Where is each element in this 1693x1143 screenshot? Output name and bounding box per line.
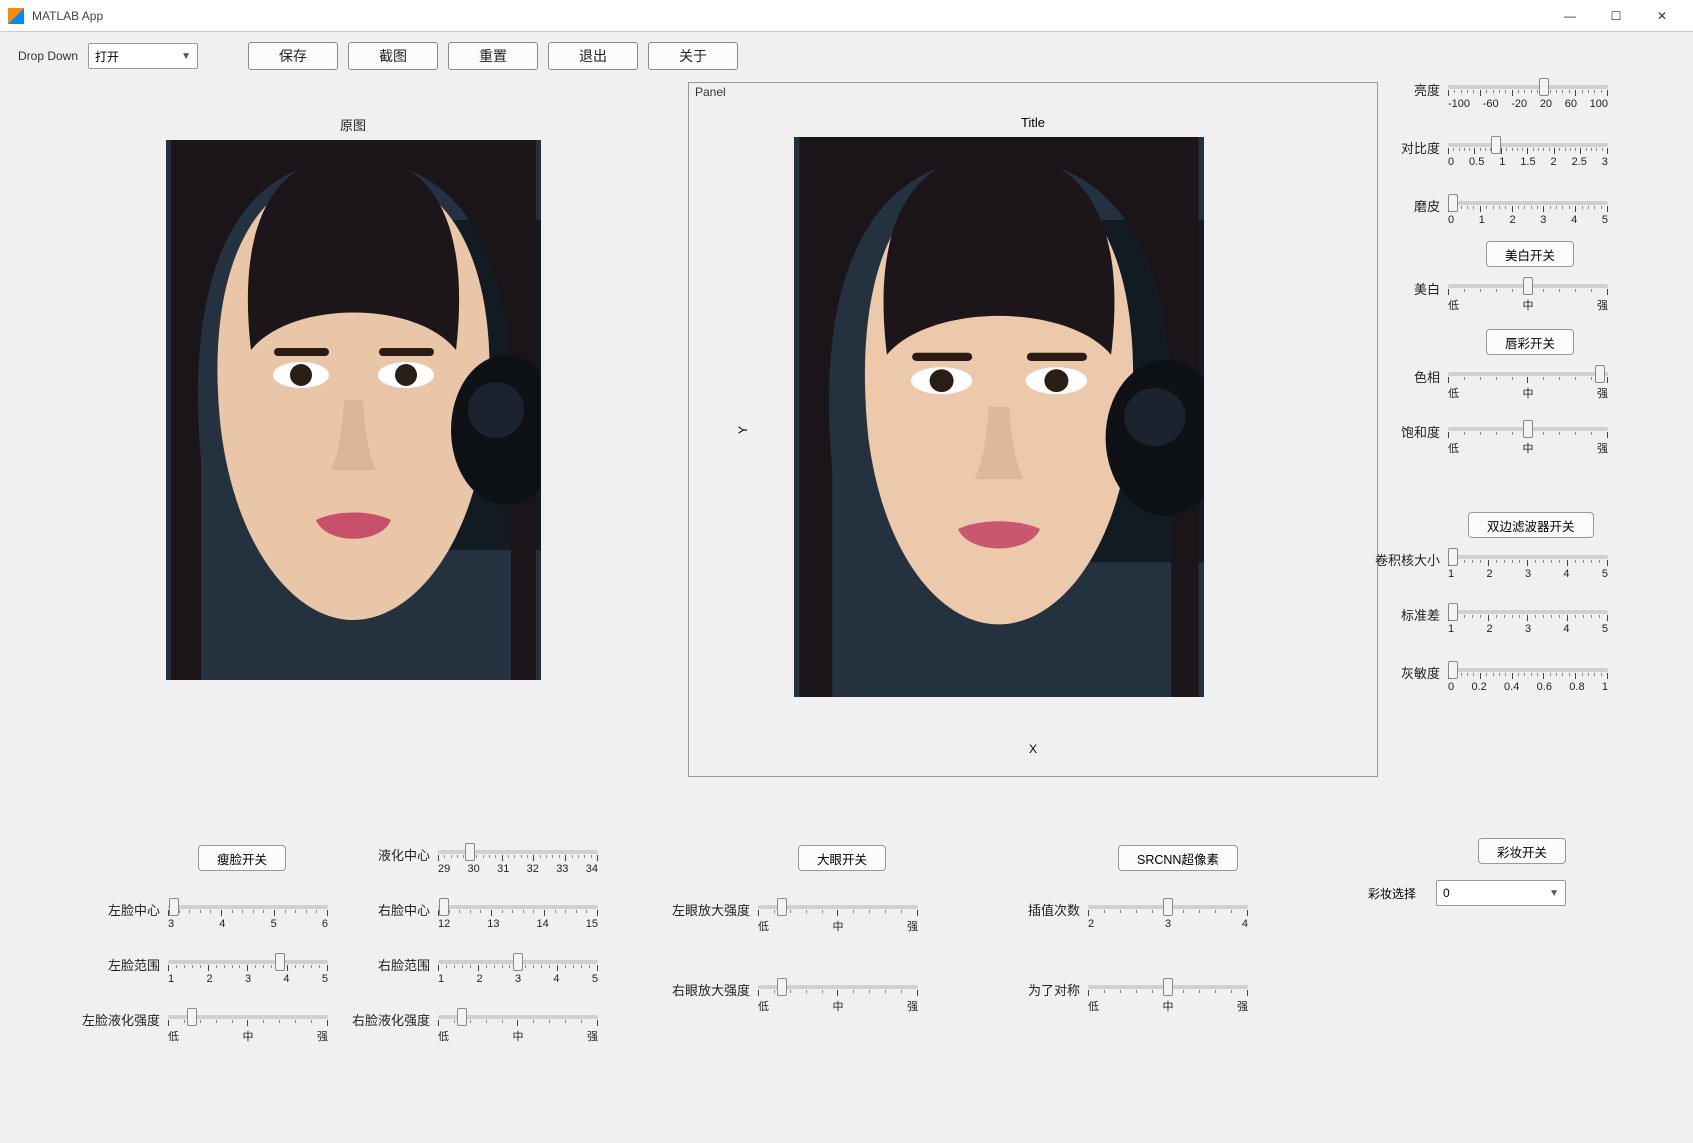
exit-button[interactable]: 退出 bbox=[548, 42, 638, 70]
right-eye-strength-label: 右眼放大强度 bbox=[660, 980, 758, 999]
gray-sensitivity-label: 灰敏度 bbox=[1378, 663, 1448, 682]
open-dropdown-value: 打开 bbox=[95, 48, 119, 65]
left-face-center-row: 左脸中心3456 bbox=[98, 900, 328, 934]
left-face-range-slider[interactable]: 12345 bbox=[168, 955, 328, 989]
contrast-label: 对比度 bbox=[1378, 138, 1448, 157]
client-area: Drop Down 打开 ▼ 保存 截图 重置 退出 关于 原图 bbox=[0, 32, 1693, 1143]
symmetry-row: 为了对称低中强 bbox=[1018, 980, 1248, 1014]
right-face-center-row: 右脸中心12131415 bbox=[368, 900, 598, 934]
titlebar: MATLAB App — ☐ ✕ bbox=[0, 0, 1693, 32]
right-eye-strength-row: 右眼放大强度低中强 bbox=[660, 980, 918, 1014]
saturation-row: 饱和度低中强 bbox=[1378, 422, 1608, 456]
open-dropdown[interactable]: 打开 ▼ bbox=[88, 43, 198, 69]
left-face-center-slider[interactable]: 3456 bbox=[168, 900, 328, 934]
whiten-label: 美白 bbox=[1378, 279, 1448, 298]
bilateral-toggle-button[interactable]: 双边滤波器开关 bbox=[1468, 512, 1594, 538]
window-maximize-button[interactable]: ☐ bbox=[1593, 0, 1639, 32]
smooth-label: 磨皮 bbox=[1378, 196, 1448, 215]
interpolation-count-row: 插值次数234 bbox=[1018, 900, 1248, 934]
interpolation-count-slider[interactable]: 234 bbox=[1088, 900, 1248, 934]
liquify-center-slider[interactable]: 293031323334 bbox=[438, 845, 598, 879]
about-button[interactable]: 关于 bbox=[648, 42, 738, 70]
stddev-slider[interactable]: 12345 bbox=[1448, 605, 1608, 639]
kernel-label: 卷积核大小 bbox=[1360, 550, 1448, 569]
right-face-range-row: 右脸范围12345 bbox=[368, 955, 598, 989]
original-image bbox=[166, 140, 541, 680]
hue-label: 色相 bbox=[1378, 367, 1448, 386]
right-liquify-strength-row: 右脸液化强度低中强 bbox=[346, 1010, 598, 1044]
whiten-slider[interactable]: 低中强 bbox=[1448, 279, 1608, 313]
brightness-label: 亮度 bbox=[1378, 80, 1448, 99]
gray-sensitivity-row: 灰敏度00.20.40.60.81 bbox=[1378, 663, 1608, 697]
kernel-row: 卷积核大小12345 bbox=[1360, 550, 1608, 584]
liquify-center-label: 液化中心 bbox=[368, 845, 438, 864]
result-panel: Panel Title Y X bbox=[688, 82, 1378, 777]
original-image-area: 原图 bbox=[138, 115, 568, 680]
screenshot-button[interactable]: 截图 bbox=[348, 42, 438, 70]
axes-x-label: X bbox=[689, 742, 1377, 756]
right-face-range-slider[interactable]: 12345 bbox=[438, 955, 598, 989]
original-image-title: 原图 bbox=[138, 115, 568, 134]
whiten-row: 美白低中强 bbox=[1378, 279, 1608, 313]
result-image bbox=[794, 137, 1204, 697]
app-window: MATLAB App — ☐ ✕ Drop Down 打开 ▼ 保存 截图 重置… bbox=[0, 0, 1693, 1143]
makeup-select-row: 彩妆选择0▼ bbox=[1368, 880, 1566, 906]
makeup-select-label: 彩妆选择 bbox=[1368, 885, 1416, 902]
right-eye-strength-slider[interactable]: 低中强 bbox=[758, 980, 918, 1014]
makeup-toggle-button[interactable]: 彩妆开关 bbox=[1478, 838, 1566, 864]
srcnn-toggle-button[interactable]: SRCNN超像素 bbox=[1118, 845, 1238, 871]
left-eye-strength-label: 左眼放大强度 bbox=[660, 900, 758, 919]
right-face-center-label: 右脸中心 bbox=[368, 900, 438, 919]
reset-button[interactable]: 重置 bbox=[448, 42, 538, 70]
right-liquify-strength-slider[interactable]: 低中强 bbox=[438, 1010, 598, 1044]
stddev-row: 标准差12345 bbox=[1378, 605, 1608, 639]
hue-slider[interactable]: 低中强 bbox=[1448, 367, 1608, 401]
toolbar: Drop Down 打开 ▼ 保存 截图 重置 退出 关于 bbox=[18, 42, 1681, 70]
left-face-range-row: 左脸范围12345 bbox=[98, 955, 328, 989]
window-title: MATLAB App bbox=[32, 9, 103, 23]
right-face-range-label: 右脸范围 bbox=[368, 955, 438, 974]
symmetry-slider[interactable]: 低中强 bbox=[1088, 980, 1248, 1014]
dropdown-label: Drop Down bbox=[18, 49, 78, 63]
makeup-select-dropdown[interactable]: 0▼ bbox=[1436, 880, 1566, 906]
left-liquify-strength-label: 左脸液化强度 bbox=[76, 1010, 168, 1029]
chevron-down-icon: ▼ bbox=[181, 51, 191, 62]
right-liquify-strength-label: 右脸液化强度 bbox=[346, 1010, 438, 1029]
brightness-row: 亮度-100-60-202060100 bbox=[1378, 80, 1608, 114]
save-button[interactable]: 保存 bbox=[248, 42, 338, 70]
contrast-row: 对比度00.511.522.53 bbox=[1378, 138, 1608, 172]
axes-title: Title bbox=[689, 115, 1377, 130]
window-close-button[interactable]: ✕ bbox=[1639, 0, 1685, 32]
contrast-slider[interactable]: 00.511.522.53 bbox=[1448, 138, 1608, 172]
matlab-icon bbox=[8, 8, 24, 24]
left-face-range-label: 左脸范围 bbox=[98, 955, 168, 974]
smooth-slider[interactable]: 012345 bbox=[1448, 196, 1608, 230]
kernel-slider[interactable]: 12345 bbox=[1448, 550, 1608, 584]
makeup-select-value: 0 bbox=[1443, 886, 1450, 900]
left-eye-strength-slider[interactable]: 低中强 bbox=[758, 900, 918, 934]
saturation-slider[interactable]: 低中强 bbox=[1448, 422, 1608, 456]
whiten-toggle-button[interactable]: 美白开关 bbox=[1486, 241, 1574, 267]
chevron-down-icon: ▼ bbox=[1549, 888, 1559, 899]
face-slim-toggle-button[interactable]: 瘦脸开关 bbox=[198, 845, 286, 871]
big-eye-toggle-button[interactable]: 大眼开关 bbox=[798, 845, 886, 871]
symmetry-label: 为了对称 bbox=[1018, 980, 1088, 999]
stddev-label: 标准差 bbox=[1378, 605, 1448, 624]
saturation-label: 饱和度 bbox=[1378, 422, 1448, 441]
lip-toggle-button[interactable]: 唇彩开关 bbox=[1486, 329, 1574, 355]
right-face-center-slider[interactable]: 12131415 bbox=[438, 900, 598, 934]
interpolation-count-label: 插值次数 bbox=[1018, 900, 1088, 919]
window-minimize-button[interactable]: — bbox=[1547, 0, 1593, 32]
axes-y-label: Y bbox=[736, 425, 750, 433]
hue-row: 色相低中强 bbox=[1378, 367, 1608, 401]
left-liquify-strength-row: 左脸液化强度低中强 bbox=[76, 1010, 328, 1044]
gray-sensitivity-slider[interactable]: 00.20.40.60.81 bbox=[1448, 663, 1608, 697]
panel-caption: Panel bbox=[695, 85, 726, 99]
left-liquify-strength-slider[interactable]: 低中强 bbox=[168, 1010, 328, 1044]
brightness-slider[interactable]: -100-60-202060100 bbox=[1448, 80, 1608, 114]
liquify-center-row: 液化中心293031323334 bbox=[368, 845, 598, 879]
left-eye-strength-row: 左眼放大强度低中强 bbox=[660, 900, 918, 934]
smooth-row: 磨皮012345 bbox=[1378, 196, 1608, 230]
left-face-center-label: 左脸中心 bbox=[98, 900, 168, 919]
